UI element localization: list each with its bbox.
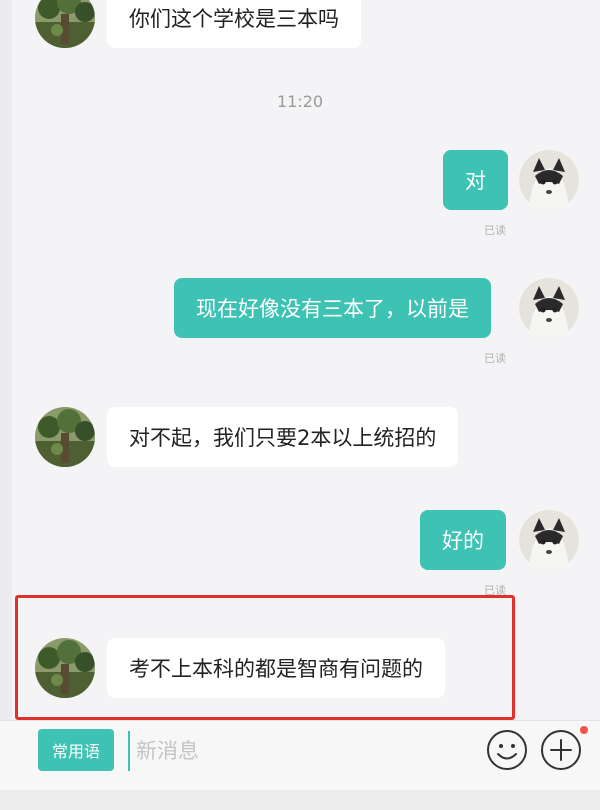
user-avatar[interactable]: [519, 150, 579, 210]
bottom-edge-strip: [0, 790, 600, 810]
message-bubble-outgoing: 好的: [420, 510, 506, 570]
message-text: 对: [465, 169, 486, 193]
plus-circle-icon[interactable]: [540, 729, 582, 771]
message-bubble-outgoing: 现在好像没有三本了，以前是: [174, 278, 491, 338]
timestamp-label: 11:20: [276, 92, 324, 111]
message-bubble-incoming: 对不起，我们只要2本以上统招的: [107, 407, 459, 467]
contact-avatar[interactable]: [35, 0, 95, 48]
user-avatar[interactable]: [519, 510, 579, 570]
smiley-face-icon[interactable]: [486, 729, 528, 771]
message-text: 现在好像没有三本了，以前是: [196, 297, 469, 321]
user-avatar[interactable]: [519, 278, 579, 338]
contact-avatar[interactable]: [35, 407, 95, 467]
contact-avatar[interactable]: [35, 638, 95, 698]
message-text: 你们这个学校是三本吗: [129, 7, 339, 31]
message-text: 考不上本科的都是智商有问题的: [129, 657, 423, 681]
message-input[interactable]: [128, 731, 468, 771]
left-edge-strip: [0, 0, 12, 810]
message-text: 对不起，我们只要2本以上统招的: [129, 426, 437, 450]
message-bubble-incoming: 你们这个学校是三本吗: [107, 0, 361, 48]
notification-dot: [580, 726, 588, 734]
message-bubble-incoming: 考不上本科的都是智商有问题的: [107, 638, 445, 698]
message-bubble-outgoing: 对: [443, 150, 508, 210]
read-status: 已读: [484, 352, 506, 365]
message-text: 好的: [442, 529, 484, 553]
common-phrases-button[interactable]: 常用语: [38, 729, 114, 771]
read-status: 已读: [484, 224, 506, 237]
